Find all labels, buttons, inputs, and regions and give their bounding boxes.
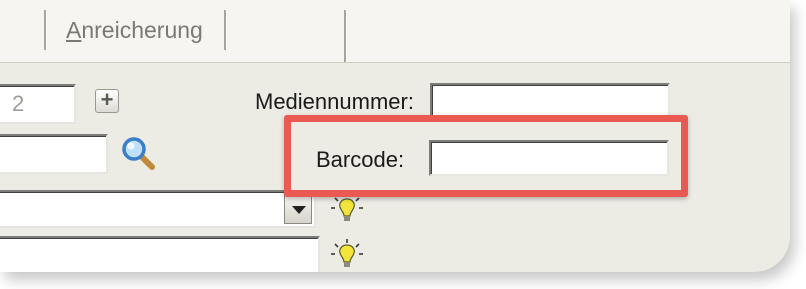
barcode-field[interactable] xyxy=(429,140,669,176)
tab-divider xyxy=(344,10,347,62)
copy-number-field[interactable]: 2 xyxy=(0,84,76,124)
magnifier-icon[interactable] xyxy=(121,136,157,172)
search-field[interactable] xyxy=(0,134,108,174)
screenshot-frame: Anreicherung 2 + Mediennummer: Barcode: xyxy=(0,0,806,289)
tab-divider xyxy=(44,10,47,50)
notes-field[interactable] xyxy=(0,236,320,272)
tab-anreicherung-label: Anreicherung xyxy=(66,17,203,43)
copy-number-value: 2 xyxy=(12,91,25,116)
tab-strip: Anreicherung xyxy=(0,0,790,63)
chevron-down-icon[interactable] xyxy=(284,194,312,224)
lightbulb-icon[interactable] xyxy=(330,238,364,272)
barcode-label: Barcode: xyxy=(316,147,405,172)
tab-anreicherung[interactable]: Anreicherung xyxy=(66,12,203,48)
tab-divider xyxy=(224,10,227,50)
barcode-highlight: Barcode: xyxy=(284,115,688,197)
category-dropdown[interactable] xyxy=(0,190,316,228)
form-panel: Anreicherung 2 + Mediennummer: Barcode: xyxy=(0,0,790,272)
lightbulb-icon[interactable] xyxy=(330,192,364,226)
add-button[interactable]: + xyxy=(95,89,119,113)
plus-icon: + xyxy=(100,87,114,112)
mediennummer-label: Mediennummer: xyxy=(255,89,414,114)
